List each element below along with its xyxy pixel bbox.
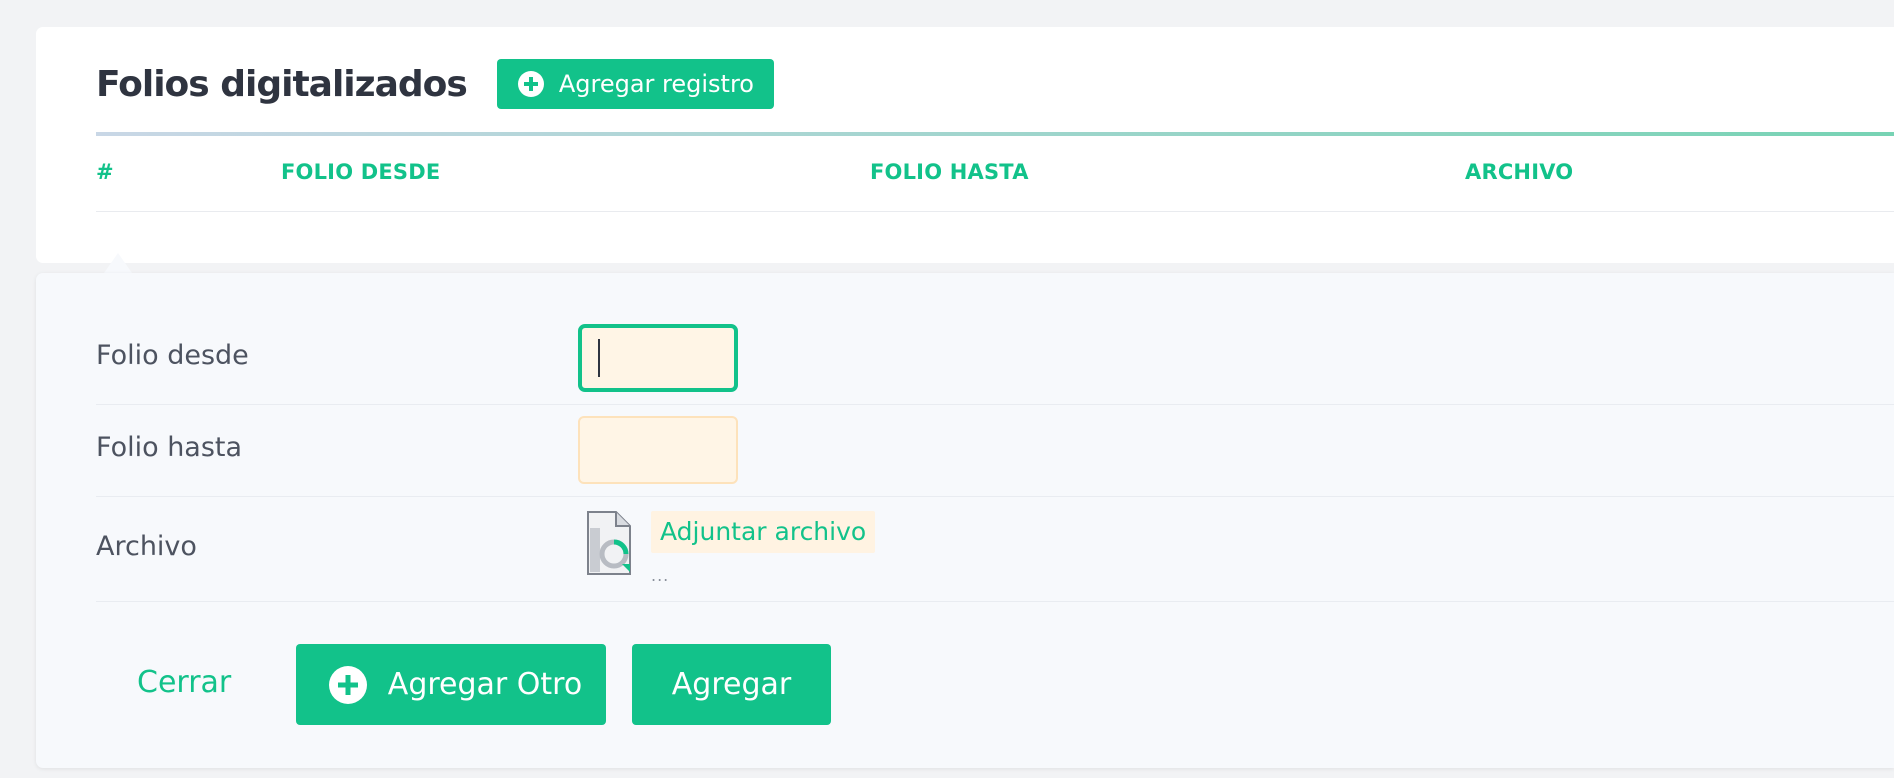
attach-file-link[interactable]: Adjuntar archivo <box>651 511 876 553</box>
card-header: Folios digitalizados Agregar registro <box>96 59 774 109</box>
add-button[interactable]: Agregar <box>632 644 831 725</box>
form-divider <box>96 496 1894 497</box>
column-header-folio-desde: FOLIO DESDE <box>281 160 441 184</box>
add-record-label: Agregar registro <box>558 70 754 98</box>
plus-circle-icon <box>328 665 367 704</box>
form-divider <box>96 601 1894 602</box>
file-name-placeholder: ... <box>651 566 670 585</box>
add-other-label: Agregar Otro <box>387 667 583 702</box>
column-header-archivo: ARCHIVO <box>1465 160 1574 184</box>
file-icon[interactable] <box>584 510 634 576</box>
folio-desde-label: Folio desde <box>96 340 249 371</box>
table-header-rule <box>96 132 1894 136</box>
folio-hasta-input[interactable] <box>578 416 738 484</box>
form-divider <box>96 404 1894 405</box>
add-other-button[interactable]: Agregar Otro <box>296 644 606 725</box>
plus-circle-icon <box>517 71 544 97</box>
column-header-number: # <box>96 160 114 184</box>
folio-desde-input[interactable] <box>578 324 738 392</box>
add-record-button[interactable]: Agregar registro <box>496 59 774 109</box>
table-bottom-rule <box>96 211 1894 212</box>
close-button[interactable]: Cerrar <box>137 665 231 700</box>
column-header-folio-hasta: FOLIO HASTA <box>870 160 1029 184</box>
archivo-label: Archivo <box>96 531 197 562</box>
text-caret <box>598 339 600 377</box>
panel-pointer <box>104 253 132 273</box>
card-title: Folios digitalizados <box>96 63 468 105</box>
folio-hasta-label: Folio hasta <box>96 432 243 463</box>
folios-card: Folios digitalizados Agregar registro # … <box>36 27 1894 263</box>
